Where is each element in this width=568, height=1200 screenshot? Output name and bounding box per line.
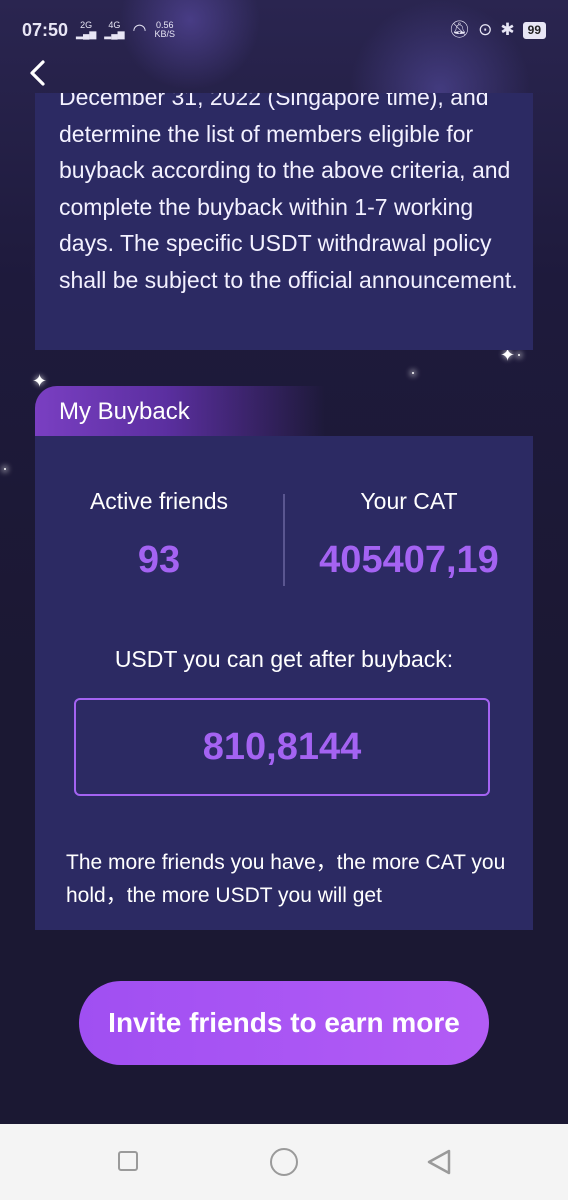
square-icon[interactable] xyxy=(118,1151,138,1171)
bluetooth-icon: ✱ xyxy=(500,20,515,39)
buyback-card: Active friends 93 Your CAT 405407,19 USD… xyxy=(35,436,533,930)
buyback-title: My Buyback xyxy=(59,398,190,425)
signal-4g-icon: 4G ▂▄▆ xyxy=(104,20,125,39)
your-cat-stat: Your CAT 405407,19 xyxy=(285,488,533,582)
policy-text: December 31, 2022 (Singapore time), and … xyxy=(59,93,518,293)
mute-icon: 🔕︎ xyxy=(448,20,471,39)
star-decoration xyxy=(4,468,6,470)
star-decoration xyxy=(518,354,520,356)
star-decoration xyxy=(412,372,414,374)
back-button[interactable] xyxy=(22,56,52,90)
network-speed: 0.56 KB/S xyxy=(154,21,175,39)
your-cat-value: 405407,19 xyxy=(319,539,499,581)
active-friends-label: Active friends xyxy=(89,488,229,514)
your-cat-label: Your CAT xyxy=(360,488,458,514)
invite-friends-button[interactable]: Invite friends to earn more xyxy=(79,981,489,1065)
system-nav-bar xyxy=(0,1124,568,1200)
battery-icon: 99 xyxy=(522,21,546,39)
speed-unit: KB/S xyxy=(154,29,175,39)
network-label: 4G xyxy=(108,20,121,30)
status-time: 07:50 xyxy=(22,19,69,40)
status-right: 🔕︎ ⊙ ✱ 99 xyxy=(449,20,546,40)
signal-2g-icon: 2G ▂▄▆ xyxy=(76,20,97,39)
usdt-value-box: 810,8144 xyxy=(74,698,490,796)
chevron-left-icon xyxy=(30,60,45,86)
wifi-icon: ◠ xyxy=(132,22,147,39)
network-label: 2G xyxy=(80,20,93,30)
buyback-tab-header: My Buyback xyxy=(35,386,325,436)
usdt-value: 810,8144 xyxy=(202,725,362,768)
triangle-back-icon[interactable] xyxy=(425,1149,453,1175)
usdt-label: USDT you can get after buyback: xyxy=(114,646,454,672)
policy-card: December 31, 2022 (Singapore time), and … xyxy=(35,93,533,350)
sparkle-decoration: ✦ xyxy=(32,371,48,391)
buyback-note: The more friends you have，the more CAT y… xyxy=(66,851,506,907)
status-bar: 07:50 2G ▂▄▆ 4G ▂▄▆ ◠ 0.56 KB/S 🔕︎ ⊙ ✱ 99 xyxy=(0,0,568,60)
status-left: 07:50 2G ▂▄▆ 4G ▂▄▆ ◠ 0.56 KB/S xyxy=(22,20,175,41)
circle-icon[interactable] xyxy=(270,1148,298,1176)
active-friends-value: 93 xyxy=(137,539,181,581)
lock-icon: ⊙ xyxy=(478,20,493,39)
active-friends-stat: Active friends 93 xyxy=(35,488,283,582)
